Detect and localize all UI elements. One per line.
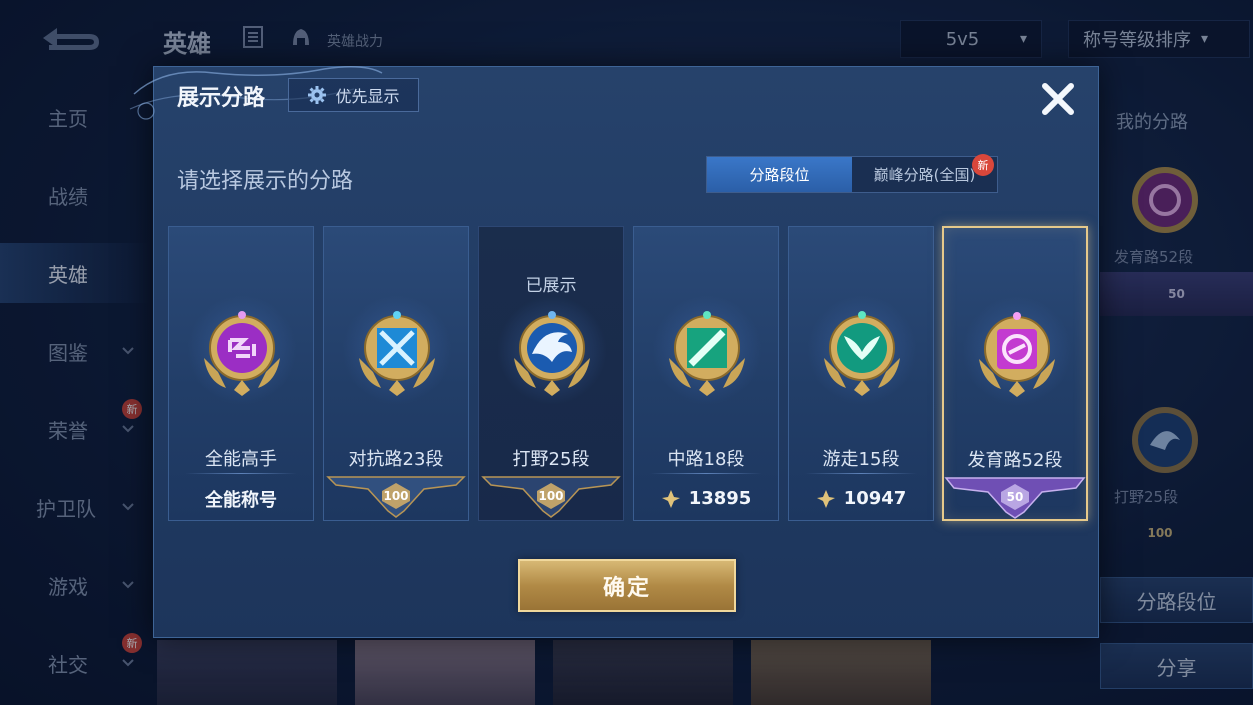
close-button[interactable] <box>1036 77 1080 121</box>
lane-card-name: 发育路52段 <box>967 450 1063 471</box>
tier-plate: 50 <box>944 476 1086 521</box>
priority-display-label: 优先显示 <box>335 87 400 106</box>
rank-score-value: 13895 <box>688 488 752 509</box>
lane-card-name: 游走15段 <box>822 449 900 470</box>
clash-lane-emblem-icon <box>342 295 452 405</box>
lane-card-allround[interactable]: 全能高手 全能称号 <box>168 226 314 521</box>
lane-card-jungle[interactable]: 已展示 打野25段 100 <box>478 226 624 521</box>
tab-peak-lane[interactable]: 巅峰分路(全国) 新 <box>852 154 997 192</box>
divider <box>185 473 297 474</box>
lane-type-toggle: 分路段位 巅峰分路(全国) 新 <box>706 154 998 193</box>
rank-score-icon <box>816 489 835 508</box>
rank-score-value: 10947 <box>843 488 907 509</box>
new-badge: 新 <box>972 154 994 176</box>
roam-lane-emblem-icon <box>807 295 917 405</box>
jungle-emblem-icon <box>497 295 607 405</box>
select-prompt: 请选择展示的分路 <box>177 169 354 194</box>
rank-score-icon <box>661 489 680 508</box>
tier-value: 50 <box>1006 490 1024 504</box>
tab-label: 分路段位 <box>749 166 810 184</box>
close-icon <box>1042 83 1074 115</box>
tier-value: 100 <box>538 489 564 503</box>
lane-card-name: 全能高手 <box>205 449 277 470</box>
lane-card-name: 对抗路23段 <box>348 449 444 470</box>
shown-status-label: 已展示 <box>525 276 577 296</box>
lane-card-list: 全能高手 全能称号 对抗路23段 100 已展示 打野25段 100 中路18段… <box>168 226 1088 521</box>
tier-plate: 100 <box>324 475 468 520</box>
mid-lane-emblem-icon <box>652 295 762 405</box>
lane-card-roam[interactable]: 游走15段 10947 <box>788 226 934 521</box>
priority-display-button[interactable]: 优先显示 <box>288 78 419 112</box>
divider <box>650 473 762 474</box>
display-lane-dialog: 展示分路 优先显示 请选择展示的分路 分路段位 巅峰分路(全国) 新 全能高手 … <box>129 66 1099 638</box>
lane-card-footer: 全能称号 <box>169 477 313 520</box>
confirm-button[interactable]: 确定 <box>518 559 736 612</box>
allround-emblem-icon <box>187 295 297 405</box>
lane-card-footer: 13895 <box>634 477 778 520</box>
tab-lane-rank[interactable]: 分路段位 <box>707 157 852 192</box>
tab-label: 巅峰分路(全国) <box>873 166 976 184</box>
lane-card-name: 中路18段 <box>667 449 745 470</box>
farm-lane-emblem-icon <box>962 296 1072 406</box>
lane-card-farm[interactable]: 发育路52段 50 <box>942 226 1088 521</box>
lane-card-clash[interactable]: 对抗路23段 100 <box>323 226 469 521</box>
lane-card-footer: 10947 <box>789 477 933 520</box>
gear-icon <box>308 86 327 104</box>
lane-card-name: 打野25段 <box>512 449 590 470</box>
tier-plate: 100 <box>479 475 623 520</box>
divider <box>805 473 917 474</box>
allround-title-label: 全能称号 <box>205 489 277 511</box>
tier-value: 100 <box>383 489 409 503</box>
lane-card-mid[interactable]: 中路18段 13895 <box>633 226 779 521</box>
dialog-title: 展示分路 <box>177 86 266 111</box>
